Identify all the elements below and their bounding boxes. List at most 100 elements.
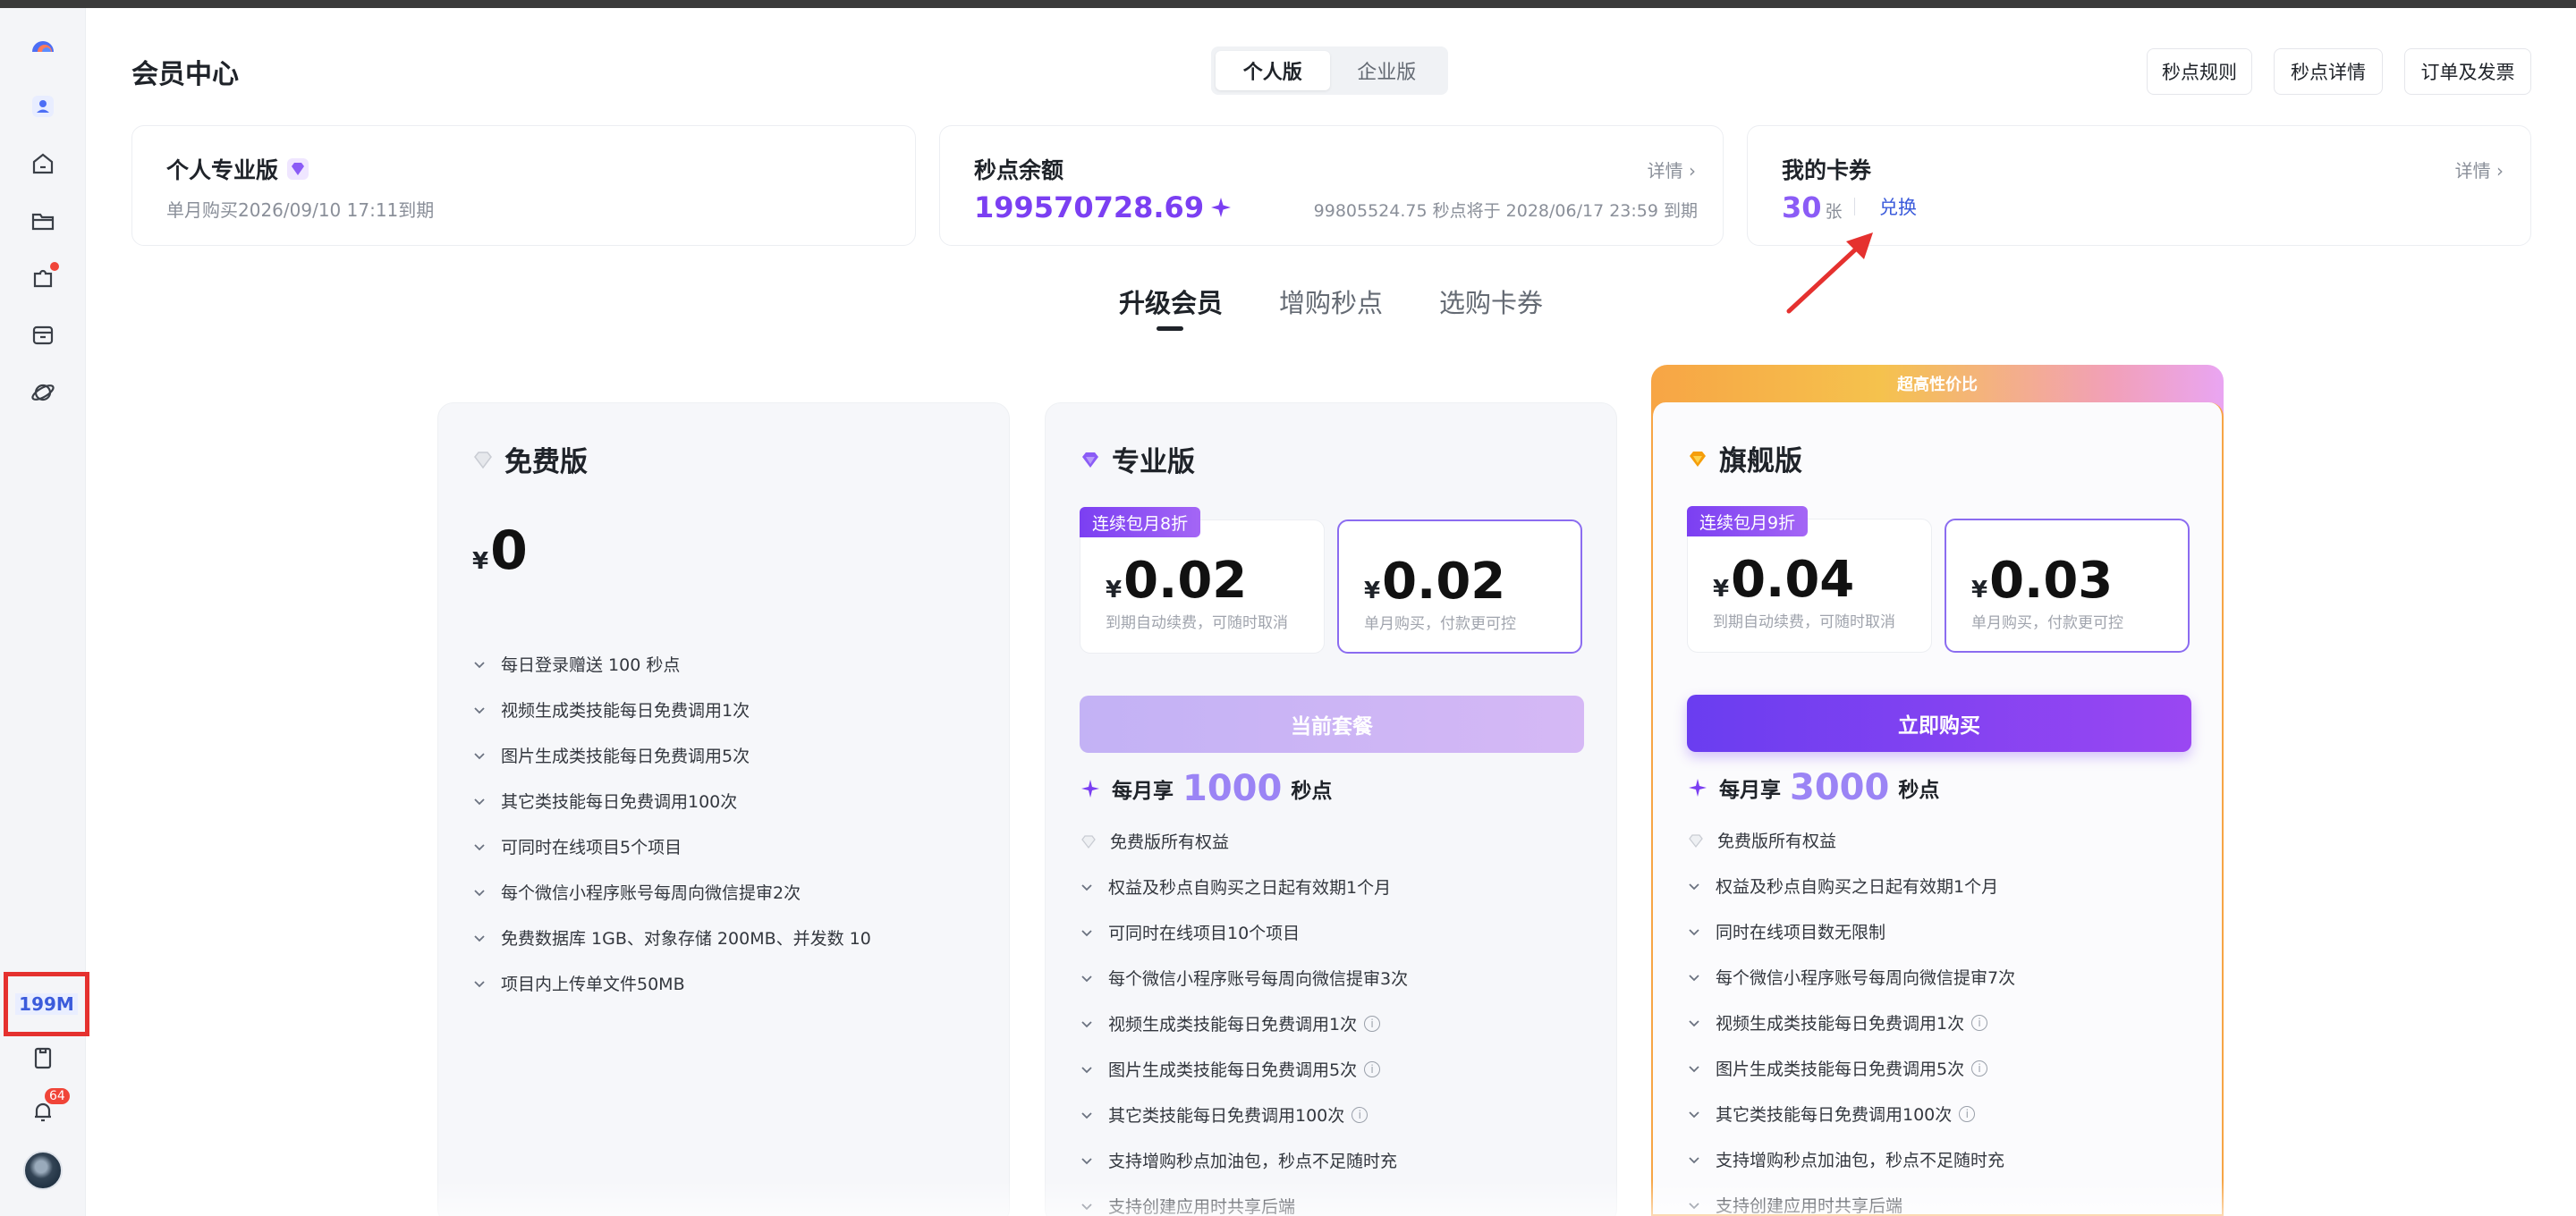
window-top-bar [0,0,2576,8]
coupons-count: 30 [1782,190,1822,224]
check-icon [474,843,485,850]
list-item: 每日登录赠送 100 秒点 [472,641,871,687]
price-value: 0 [490,519,528,582]
info-icon[interactable]: i [1364,1015,1381,1032]
check-icon [1081,883,1092,891]
single-month-price-option[interactable]: ¥ 0.02 单月购买，付款更可控 [1337,519,1582,654]
plan-card-free: 免费版 ¥ 0 每日登录赠送 100 秒点 视频生成类技能每日免费调用1次 图片… [437,402,1010,1216]
list-item: 视频生成类技能每日免费调用1次 i [1080,1001,1408,1046]
list-item: 支持增购秒点加油包，秒点不足随时充 [1687,1136,2015,1182]
plan-card-pro: 专业版 ¥ 0.02 到期自动续费，可随时取消 连续包月8折 ¥ 0.02 单月… [1045,402,1617,1216]
info-icon[interactable]: i [1971,1060,1988,1077]
check-icon [1689,928,1699,935]
chevron-right-icon: › [1682,160,1696,182]
points-detail-link[interactable]: 详情 › [1648,156,1696,182]
list-item: 其它类技能每日免费调用100次 [472,778,871,823]
tab-buy-points[interactable]: 增购秒点 [1279,283,1383,320]
tab-personal-edition[interactable]: 个人版 [1216,51,1330,90]
discount-badge: 连续包月8折 [1080,507,1201,537]
divider [1854,198,1855,215]
price-value: 0.04 [1731,551,1855,609]
buy-now-button[interactable]: 立即购买 [1687,695,2191,752]
recommended-label: 超高性价比 [1897,376,1978,394]
points-rules-button[interactable]: 秒点规则 [2147,48,2252,95]
plan-price: ¥ 0 [472,524,528,578]
check-icon [1081,1020,1092,1027]
currency-symbol: ¥ [1713,576,1730,603]
user-icon[interactable] [25,89,61,124]
check-icon [1081,975,1092,982]
auto-renew-price-option[interactable]: ¥ 0.04 到期自动续费，可随时取消 [1687,519,1932,653]
check-icon [1081,1157,1092,1164]
list-item: 权益及秒点自购买之日起有效期1个月 [1080,864,1408,909]
list-item: 免费版所有权益 [1080,818,1408,864]
monthly-suffix: 秒点 [1898,779,1940,802]
check-icon [474,980,485,987]
logo-icon[interactable] [25,28,61,63]
check-icon [474,752,485,759]
currency-symbol: ¥ [472,548,489,575]
bell-icon[interactable]: 64 [25,1088,70,1129]
points-details-button[interactable]: 秒点详情 [2274,48,2383,95]
home-icon[interactable] [25,146,61,182]
info-icon[interactable]: i [1959,1105,1976,1122]
check-icon [1081,929,1092,936]
monthly-points-value: 3000 [1790,767,1890,808]
list-item: 图片生成类技能每日免费调用5次 i [1687,1045,2015,1091]
list-item: 支持创建应用时共享后端 [1687,1182,2015,1216]
avatar[interactable] [23,1151,63,1190]
check-icon [474,798,485,805]
currency-symbol: ¥ [1364,578,1381,604]
info-icon[interactable]: i [1364,1060,1381,1077]
points-balance-shortcut[interactable]: 199M [4,972,89,1036]
current-plan-button[interactable]: 当前套餐 [1080,696,1584,753]
info-icon[interactable]: i [1352,1106,1368,1123]
price-note: 单月购买，付款更可控 [1971,614,2123,632]
coupons-title: 我的卡券 [1782,157,1872,183]
coupons-count-row: 30 张 [1782,190,1843,224]
plan-name-row: 免费版 [470,439,588,479]
list-item: 视频生成类技能每日免费调用1次 i [1687,1000,2015,1045]
check-icon [1689,974,1699,981]
archive-icon[interactable] [25,317,61,353]
list-item: 项目内上传单文件50MB [472,960,871,1006]
page-title: 会员中心 [131,59,239,90]
list-item: 图片生成类技能每日免费调用5次 i [1080,1046,1408,1092]
points-balance-value-row: 199570728.69 [974,190,1233,224]
single-month-price-option[interactable]: ¥ 0.03 单月购买，付款更可控 [1945,519,2190,653]
feature-list: 免费版所有权益 权益及秒点自购买之日起有效期1个月 可同时在线项目10个项目 每… [1080,818,1408,1216]
redeem-link[interactable]: 兑换 [1879,193,1917,220]
document-icon[interactable] [25,1040,61,1076]
annotation-arrow-icon [1786,232,1873,314]
planet-icon[interactable] [25,375,61,410]
tab-buy-coupons[interactable]: 选购卡券 [1439,283,1543,320]
list-item: 其它类技能每日免费调用100次 i [1080,1092,1408,1137]
diamond-icon [1082,452,1098,468]
monthly-prefix: 每月享 [1112,780,1174,803]
plan-name: 免费版 [504,446,588,478]
currency-symbol: ¥ [1106,577,1123,604]
diamond-outline-icon [1081,834,1096,849]
monthly-points: 每月享 1000 秒点 [1080,768,1332,809]
coupons-detail-link[interactable]: 详情 › [2455,156,2504,182]
plugin-icon[interactable] [25,260,61,296]
list-item: 图片生成类技能每日免费调用5次 [472,732,871,778]
sparkle-icon [1689,779,1707,797]
orders-invoices-button[interactable]: 订单及发票 [2404,48,2531,95]
monthly-suffix: 秒点 [1291,780,1333,803]
tab-upgrade-membership[interactable]: 升级会员 [1119,283,1223,320]
notification-dot [50,262,59,271]
price-row: ¥ 0.02 [1364,557,1505,607]
info-icon[interactable]: i [1971,1014,1988,1031]
diamond-outline-icon [1689,833,1703,848]
check-icon [474,934,485,942]
active-tab-indicator [1157,326,1183,331]
folder-icon[interactable] [25,203,61,239]
list-item: 每个微信小程序账号每周向微信提审2次 [472,869,871,915]
check-icon [1689,1156,1699,1163]
check-icon [1689,1019,1699,1026]
list-item: 免费数据库 1GB、对象存储 200MB、并发数 10 [472,915,871,960]
tab-enterprise-edition[interactable]: 企业版 [1330,51,1445,90]
notification-badge: 64 [45,1088,70,1104]
auto-renew-price-option[interactable]: ¥ 0.02 到期自动续费，可随时取消 [1080,519,1325,654]
